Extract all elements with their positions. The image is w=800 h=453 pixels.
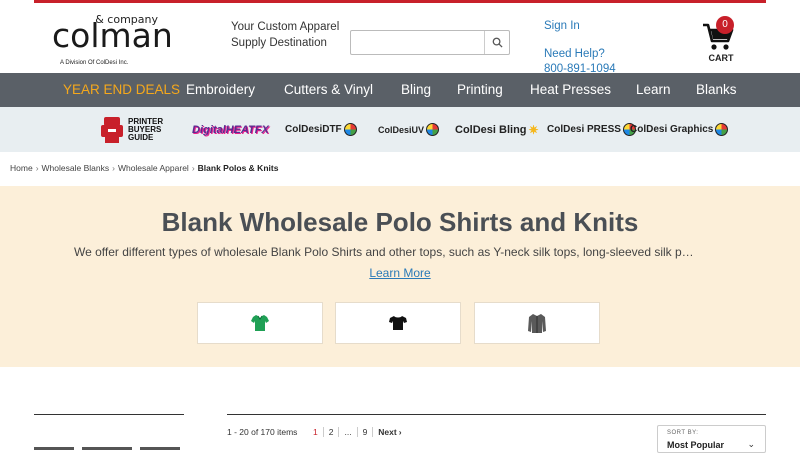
sort-select[interactable]: SORT BY: Most Popular ⌄ (657, 425, 766, 453)
learn-more-link[interactable]: Learn More (0, 266, 800, 280)
page-9[interactable]: 9 (358, 427, 374, 437)
breadcrumb-separator: › (112, 163, 115, 173)
color-wheel-icon (343, 123, 357, 136)
nav-item-embroidery[interactable]: Embroidery (186, 73, 255, 107)
category-description: We offer different types of wholesale Bl… (74, 245, 694, 259)
coldesi-bling-label: ColDesi Bling (455, 123, 527, 136)
logo-name-text: colman (52, 16, 173, 55)
next-page-button[interactable]: Next › (373, 427, 406, 437)
colman-logo[interactable]: & company colman A Division Of ColDesi I… (52, 13, 173, 68)
breadcrumb: Home › Wholesale Blanks › Wholesale Apparel ›… (10, 163, 278, 173)
logo-division-text: A Division Of ColDesi Inc. (60, 60, 129, 66)
coldesi-dtf-label: ColDesiDTF (285, 124, 342, 135)
printer-buyers-guide-logo-icon (101, 116, 123, 143)
cart-label: CART (708, 53, 734, 63)
sparkle-icon: ✷ (528, 122, 539, 137)
coldesi-uv-label: ColDesiUV (378, 124, 425, 135)
search-input[interactable] (351, 31, 485, 54)
breadcrumb-wholesale-blanks[interactable]: Wholesale Blanks (42, 163, 110, 173)
nav-item-bling[interactable]: Bling (401, 73, 431, 107)
brand-coldesi-bling[interactable]: ColDesi Bling ✷ (455, 107, 539, 152)
nav-item-learn[interactable]: Learn (636, 73, 671, 107)
page-title: Blank Wholesale Polo Shirts and Knits (161, 207, 639, 237)
nav-item-year-end-deals[interactable]: YEAR END DEALS (63, 73, 180, 107)
digital-heat-fx-label: DigitalHEATFX (192, 123, 269, 136)
breadcrumb-wholesale-apparel[interactable]: Wholesale Apparel (118, 163, 189, 173)
results-count: 1 - 20 of 170 items (227, 427, 298, 437)
pagination: 1 2 ... 9 Next › (308, 427, 407, 437)
header-tagline: Your Custom Apparel Supply Destination (231, 21, 340, 49)
breadcrumb-separator: › (191, 163, 195, 173)
brand-coldesi-uv[interactable]: ColDesiUV (378, 107, 440, 152)
account-links: Sign In Need Help? 800-891-1094 (544, 19, 616, 77)
page-ellipsis: ... (339, 427, 358, 437)
gray-jacket-icon (528, 314, 546, 333)
brand-strip: PRINTER BUYERS GUIDE DigitalHEATFX ColDe… (0, 107, 800, 152)
sort-value: Most Popular (667, 440, 725, 450)
search-box (350, 30, 510, 55)
nav-item-printing[interactable]: Printing (457, 73, 503, 107)
page-2[interactable]: 2 (324, 427, 340, 437)
coldesi-graphics-label: ColDesi Graphics (630, 124, 714, 135)
color-wheel-icon (715, 123, 729, 136)
main-nav: YEAR END DEALS Embroidery Cutters & Viny… (0, 73, 800, 107)
need-help-link[interactable]: Need Help? (544, 47, 616, 62)
site-header: & company colman A Division Of ColDesi I… (0, 3, 800, 75)
category-card-polos[interactable] (197, 302, 323, 344)
next-page-label: Next (378, 427, 397, 437)
brand-coldesi-press[interactable]: ColDesi PRESS (547, 107, 636, 152)
black-tshirt-icon (389, 316, 407, 330)
breadcrumb-current: Blank Polos & Knits (197, 163, 279, 173)
brand-coldesi-graphics[interactable]: ColDesi Graphics (630, 107, 729, 152)
sort-label: SORT BY: (667, 430, 699, 436)
cart-button[interactable]: 0 CART (696, 16, 746, 66)
search-icon (492, 37, 503, 48)
coldesi-press-label: ColDesi PRESS (547, 124, 621, 135)
category-hero: Blank Wholesale Polo Shirts and Knits We… (0, 186, 800, 367)
chevron-right-icon: › (398, 427, 402, 437)
brand-digital-heat-fx[interactable]: DigitalHEATFX (192, 107, 269, 152)
results-divider (227, 414, 766, 415)
search-button[interactable] (484, 31, 509, 54)
page-1[interactable]: 1 (308, 427, 324, 437)
nav-item-heat-presses[interactable]: Heat Presses (530, 73, 611, 107)
category-card-tshirts[interactable] (335, 302, 461, 344)
printer-buyers-guide-label: PRINTER BUYERS GUIDE (128, 116, 164, 142)
brand-coldesi-dtf[interactable]: ColDesiDTF (285, 107, 357, 152)
brand-printer-buyers-guide[interactable]: PRINTER BUYERS GUIDE (100, 107, 168, 152)
nav-item-blanks[interactable]: Blanks (696, 73, 737, 107)
green-polo-icon (251, 315, 269, 331)
sign-in-link[interactable]: Sign In (544, 19, 616, 34)
category-card-outerwear[interactable] (474, 302, 600, 344)
sidebar-divider (34, 414, 184, 415)
cart-count-badge: 0 (716, 16, 734, 34)
chevron-down-icon: ⌄ (747, 439, 755, 449)
breadcrumb-separator: › (35, 163, 39, 173)
color-wheel-icon (426, 123, 440, 136)
sidebar-heading (34, 440, 184, 452)
breadcrumb-home[interactable]: Home (10, 163, 33, 173)
nav-item-cutters-vinyl[interactable]: Cutters & Vinyl (284, 73, 373, 107)
